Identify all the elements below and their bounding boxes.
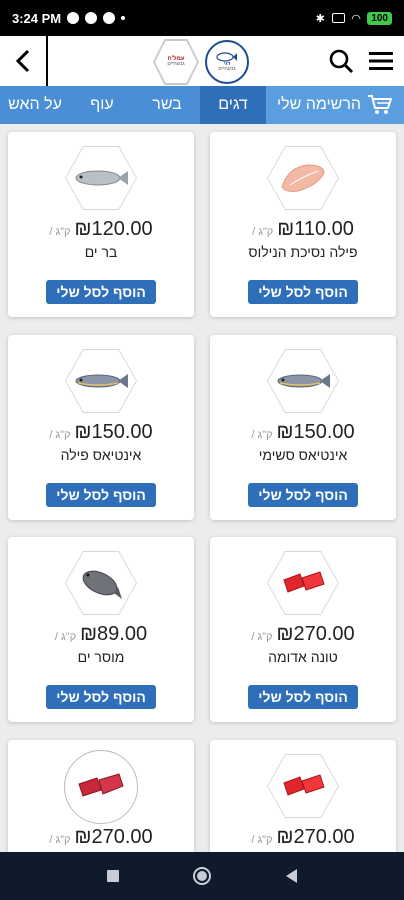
logo-fish: דגי גבעתיים xyxy=(205,40,249,84)
product-name: פילה נסיכת הנילוס xyxy=(248,244,358,260)
chevron-left-icon xyxy=(15,49,30,73)
add-to-cart-button[interactable]: הוסף לסל שלי xyxy=(248,483,358,507)
menu-icon[interactable] xyxy=(368,50,394,72)
tab-meat[interactable]: בשר xyxy=(134,86,200,124)
cart-icon xyxy=(368,95,393,114)
tab-chicken[interactable]: עוף xyxy=(70,86,134,124)
price-unit: / ק"ג xyxy=(251,834,273,846)
product-name: טונה אדומה xyxy=(268,649,338,665)
status-bar: 3:24 PM ✱ ◠ 100 xyxy=(0,0,404,36)
product-thumbnail xyxy=(267,754,339,818)
back-icon[interactable] xyxy=(285,869,297,883)
tab-fish[interactable]: דגים xyxy=(200,86,266,124)
price-unit: / ק"ג xyxy=(49,226,71,238)
product-card[interactable]: / ק"ג ₪270.00 טונה אדומה הוסף לסל שלי xyxy=(210,537,396,722)
notification-icon xyxy=(67,12,80,24)
app-bar: עמל'ח גבעתיים דגי גבעתיים xyxy=(0,36,404,86)
system-nav-bar xyxy=(0,852,404,900)
tuna-image xyxy=(78,773,124,797)
back-button[interactable] xyxy=(0,36,48,86)
fish-image xyxy=(75,374,128,388)
product-thumbnail xyxy=(65,349,137,413)
recent-apps-icon[interactable] xyxy=(107,870,120,882)
home-icon[interactable] xyxy=(193,867,212,885)
product-card[interactable]: / ק"ג ₪270.00 xyxy=(210,740,396,852)
category-tabs: הרשימה שלי דגים בשר עוף על האש xyxy=(0,86,404,124)
add-to-cart-button[interactable]: הוסף לסל שלי xyxy=(46,280,156,304)
logo-butcher: עמל'ח גבעתיים xyxy=(153,39,199,85)
fish-image xyxy=(277,374,330,388)
product-name: אינטיאס פילה xyxy=(60,447,142,463)
product-card[interactable]: / ק"ג ₪110.00 פילה נסיכת הנילוס הוסף לסל… xyxy=(210,132,396,317)
product-price: ₪120.00 xyxy=(74,218,153,240)
price-unit: / ק"ג xyxy=(251,631,273,643)
tuna-image xyxy=(283,571,325,593)
product-thumbnail xyxy=(65,551,137,615)
price-unit: / ק"ג xyxy=(49,834,71,846)
product-price: ₪270.00 xyxy=(74,826,153,848)
product-price: ₪89.00 xyxy=(80,623,148,645)
tab-my-list[interactable]: הרשימה שלי xyxy=(266,86,404,124)
brand-logos: עמל'ח גבעתיים דגי גבעתיים xyxy=(153,39,249,85)
price-unit: / ק"ג xyxy=(49,429,71,441)
price-unit: / ק"ג xyxy=(54,631,77,643)
product-card[interactable]: / ק"ג ₪270.00 xyxy=(8,740,194,852)
bluetooth-icon: ✱ xyxy=(315,12,325,25)
grouper-image xyxy=(82,570,122,599)
search-icon[interactable] xyxy=(328,48,354,74)
product-price: ₪270.00 xyxy=(276,623,355,645)
product-grid: / ק"ג ₪110.00 פילה נסיכת הנילוס הוסף לסל… xyxy=(0,124,404,852)
more-notifications-icon xyxy=(121,16,126,20)
tab-grill[interactable]: על האש xyxy=(0,86,70,124)
price-unit: / ק"ג xyxy=(252,226,274,238)
product-thumbnail xyxy=(65,146,137,210)
product-price: ₪110.00 xyxy=(277,218,354,240)
product-card[interactable]: / ק"ג ₪89.00 מוסר ים הוסף לסל שלי xyxy=(8,537,194,722)
product-name: בר ים xyxy=(84,244,118,260)
logo-butcher-subtext: גבעתיים xyxy=(167,61,185,68)
notification-icon xyxy=(103,12,116,24)
product-price: ₪270.00 xyxy=(276,826,355,848)
fish-fillet-image xyxy=(281,164,325,192)
add-to-cart-button[interactable]: הוסף לסל שלי xyxy=(248,685,358,709)
product-thumbnail xyxy=(64,750,138,824)
product-thumbnail xyxy=(267,349,339,413)
product-thumbnail xyxy=(267,551,339,615)
product-card[interactable]: / ק"ג ₪150.00 אינטיאס פילה הוסף לסל שלי xyxy=(8,335,194,520)
tab-my-list-label: הרשימה שלי xyxy=(276,96,362,113)
status-time: 3:24 PM xyxy=(12,10,62,26)
battery-indicator: 100 xyxy=(367,11,392,25)
product-price: ₪150.00 xyxy=(74,421,153,443)
tuna-image xyxy=(283,774,325,796)
add-to-cart-button[interactable]: הוסף לסל שלי xyxy=(46,685,156,709)
wifi-icon: ◠ xyxy=(351,12,361,25)
sea-bass-image xyxy=(75,170,128,186)
product-price: ₪150.00 xyxy=(276,421,355,443)
add-to-cart-button[interactable]: הוסף לסל שלי xyxy=(46,483,156,507)
logo-fish-subtext: גבעתיים xyxy=(218,65,236,72)
product-name: מוסר ים xyxy=(77,649,125,665)
add-to-cart-button[interactable]: הוסף לסל שלי xyxy=(248,280,358,304)
product-card[interactable]: / ק"ג ₪120.00 בר ים הוסף לסל שלי xyxy=(8,132,194,317)
price-unit: / ק"ג xyxy=(251,429,273,441)
notification-icon xyxy=(85,12,98,24)
product-name: אינטיאס סשימי xyxy=(258,447,348,463)
product-thumbnail xyxy=(267,146,339,210)
product-card[interactable]: / ק"ג ₪150.00 אינטיאס סשימי הוסף לסל שלי xyxy=(210,335,396,520)
mute-icon xyxy=(331,13,345,23)
